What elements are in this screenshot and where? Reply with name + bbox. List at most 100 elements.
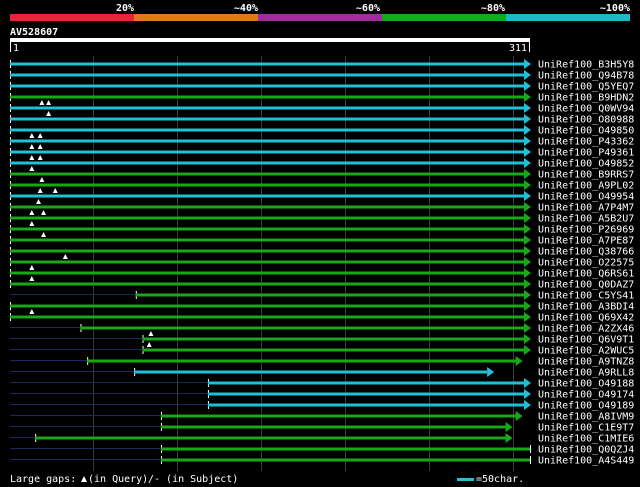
hit-arrow [524,70,531,80]
hit-arrow [524,246,531,256]
hit-row[interactable]: UniRef100_C1E9T7 [10,422,634,434]
hit-bar [207,381,524,385]
hit-arrow [524,81,531,91]
hit-unaligned-region [10,459,161,460]
hit-bar [10,73,524,77]
hit-label: UniRef100_O49174 [538,390,634,401]
hit-row[interactable]: UniRef100_A8IVM9 [10,411,634,423]
hit-bar [80,326,525,330]
hit-label: UniRef100_A2WUC5 [538,346,634,357]
hit-row[interactable]: UniRef100_C5YS41 [10,290,634,302]
hit-row[interactable]: UniRef100_A9RLL8 [10,367,634,379]
scale-label-20: 20% [116,3,134,14]
hit-row[interactable]: UniRef100_Q94B78 [10,70,634,82]
hit-unaligned-region [10,338,143,339]
hit-row[interactable]: UniRef100_A2ZX46 [10,323,634,335]
query-gap-marker [39,177,45,182]
scale-bar-red [10,14,134,21]
hit-bar [10,205,524,209]
query-gap-marker [29,309,35,314]
hit-bar [10,315,524,319]
hit-label: UniRef100_A4S449 [538,456,634,467]
legend-query-gap: (in Query) [88,474,148,485]
hit-bar [10,249,524,253]
hit-label: UniRef100_O49852 [538,159,634,170]
hit-label: UniRef100_P49361 [538,148,634,159]
hit-row[interactable]: UniRef100_Q38766 [10,246,634,258]
hit-row[interactable]: UniRef100_O49174 [10,389,634,401]
hit-end-tick [530,456,531,464]
hit-bar [207,403,524,407]
blast-alignment-overview: 20% ~40% ~60% ~80% ~100% AV528607 1 311 … [10,3,634,485]
hit-bar [10,84,524,88]
hit-end-tick [530,445,531,453]
hit-label: UniRef100_P26969 [538,225,634,236]
hit-arrow [524,92,531,102]
hit-rows: UniRef100_B3H5Y8UniRef100_Q94B78UniRef10… [10,59,634,467]
hit-bar [10,62,524,66]
hit-bar [10,260,524,264]
hit-bar [207,392,524,396]
query-tick-end [529,42,530,52]
hit-row[interactable]: UniRef100_O49189 [10,400,634,412]
hit-label: UniRef100_C1MIE6 [538,434,634,445]
hit-arrow [524,235,531,245]
hit-arrow [524,169,531,179]
hit-bar [134,370,488,374]
scale-label-100: ~100% [600,3,630,14]
hit-bar [10,216,524,220]
hit-bar [160,447,530,451]
legend: Large gaps: (in Query) /- (in Subject) =… [10,474,524,485]
hit-row[interactable]: UniRef100_Q5YEQ7 [10,81,634,93]
hit-label: UniRef100_A9TNZ8 [538,357,634,368]
hit-arrow [505,422,513,432]
hit-arrow [524,279,531,289]
scale-label-60: ~60% [356,3,380,14]
hit-label: UniRef100_B3H5Y8 [538,60,634,71]
query-gap-marker [62,254,68,259]
hit-row[interactable]: UniRef100_O49850 [10,125,634,137]
hit-label: UniRef100_A7P4M7 [538,203,634,214]
hit-bar [160,414,516,418]
query-tick-start [10,42,11,52]
hit-arrow [524,202,531,212]
query-gap-marker [41,210,47,215]
hit-label: UniRef100_O49954 [538,192,634,203]
hit-bar [10,128,524,132]
hit-label: UniRef100_Q69X42 [538,313,634,324]
legend-scale-label: =50char. [476,474,524,485]
hit-unaligned-region [10,393,208,394]
hit-label: UniRef100_Q0QZJ4 [538,445,634,456]
hit-bar [10,161,524,165]
hit-unaligned-region [10,294,136,295]
hit-arrow [524,345,531,355]
hit-row[interactable]: UniRef100_B9HDN2 [10,92,634,104]
query-gap-marker [29,144,35,149]
hit-row[interactable]: UniRef100_O49188 [10,378,634,390]
hit-bar [10,183,524,187]
scale-bar-orange [134,14,258,21]
hit-unaligned-region [10,448,161,449]
hit-label: UniRef100_C5YS41 [538,291,634,302]
hit-bar [10,139,524,143]
hit-label: UniRef100_B9HDN2 [538,93,634,104]
hit-arrow [524,290,531,300]
hit-arrow [524,400,531,410]
hit-arrow [524,59,531,69]
hit-row[interactable]: UniRef100_A9TNZ8 [10,356,634,368]
hit-label: UniRef100_B9RRS7 [538,170,634,181]
hit-unaligned-region [10,382,208,383]
hit-unaligned-region [10,404,208,405]
hit-row[interactable]: UniRef100_A3BDI4 [10,301,634,313]
scale-bar-cyan [506,14,630,21]
hit-bar [35,436,506,440]
hit-row[interactable]: UniRef100_Q0QZJ4 [10,445,634,456]
hit-row[interactable]: UniRef100_B3H5Y8 [10,59,634,71]
hit-arrow [505,433,513,443]
hit-arrow [524,389,531,399]
hit-row[interactable]: UniRef100_A4S449 [10,456,634,467]
hit-row[interactable]: UniRef100_C1MIE6 [10,433,634,445]
hit-label: UniRef100_O49188 [538,379,634,390]
query-gap-marker [29,276,35,281]
hit-arrow [524,147,531,157]
